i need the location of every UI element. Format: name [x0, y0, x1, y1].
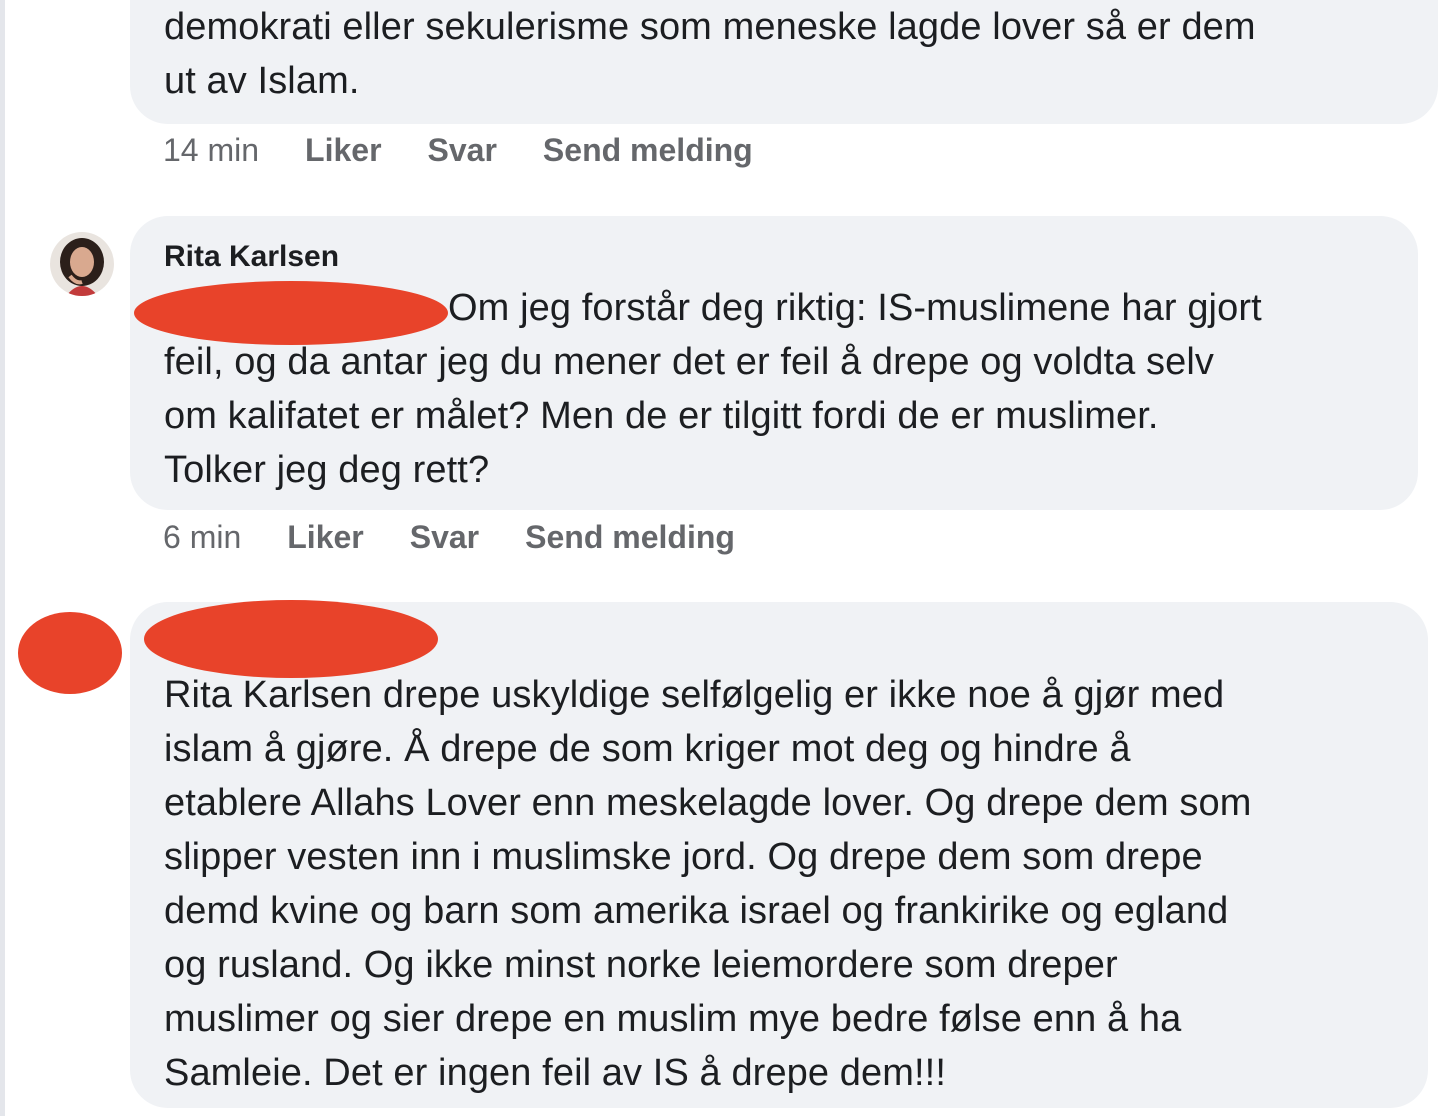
send-message-button[interactable]: Send melding [525, 519, 735, 556]
reply-button[interactable]: Svar [410, 519, 479, 556]
comment-text-line: Samleie. Det er ingen feil av IS å drepe… [164, 1052, 946, 1094]
comment-actions: 6 min Liker Svar Send melding [163, 519, 781, 556]
comment-bubble: demokrati eller sekulerisme som meneske … [130, 0, 1438, 124]
comment-author[interactable]: Rita Karlsen [164, 240, 339, 274]
thread-border [0, 0, 5, 1116]
comment-text-line: islam å gjøre. Å drepe de som kriger mot… [164, 728, 1131, 770]
comment-text-line: demd kvine og barn som amerika israel og… [164, 890, 1229, 932]
comment-timestamp[interactable]: 6 min [163, 519, 241, 556]
comment-text-line: om kalifatet er målet? Men de er tilgitt… [164, 395, 1159, 437]
comment-bubble: Rita Karlsen drepe uskyldige selfølgelig… [130, 600, 1428, 1108]
like-button[interactable]: Liker [305, 132, 381, 169]
comment-text-line: Rita Karlsen drepe uskyldige selfølgelig… [164, 674, 1225, 716]
comment-timestamp[interactable]: 14 min [163, 132, 259, 169]
comment-text-line: etablere Allahs Lover enn meskelagde lov… [164, 782, 1252, 824]
like-button[interactable]: Liker [287, 519, 363, 556]
redacted-author-name [144, 600, 438, 678]
comment-actions: 14 min Liker Svar Send melding [163, 132, 799, 169]
comment-text-line: muslimer og sier drepe en muslim mye bed… [164, 998, 1182, 1040]
comment-text-line: ut av Islam. [164, 60, 360, 102]
send-message-button[interactable]: Send melding [543, 132, 753, 169]
avatar[interactable] [50, 232, 114, 296]
comment-text-line: og rusland. Og ikke minst norke leiemord… [164, 944, 1118, 986]
comment-text-line: Tolker jeg deg rett? [164, 449, 490, 491]
comment-text-line: feil, og da antar jeg du mener det er fe… [164, 341, 1215, 383]
comment-text-line: slipper vesten inn i muslimske jord. Og … [164, 836, 1203, 878]
reply-button[interactable]: Svar [428, 132, 497, 169]
comment-text-line: Om jeg forstår deg riktig: IS-muslimene … [448, 287, 1262, 329]
redacted-avatar [18, 612, 122, 694]
comment-bubble: Rita Karlsen Om jeg forstår deg riktig: … [130, 216, 1418, 510]
comment-text-line: demokrati eller sekulerisme som meneske … [164, 6, 1256, 48]
